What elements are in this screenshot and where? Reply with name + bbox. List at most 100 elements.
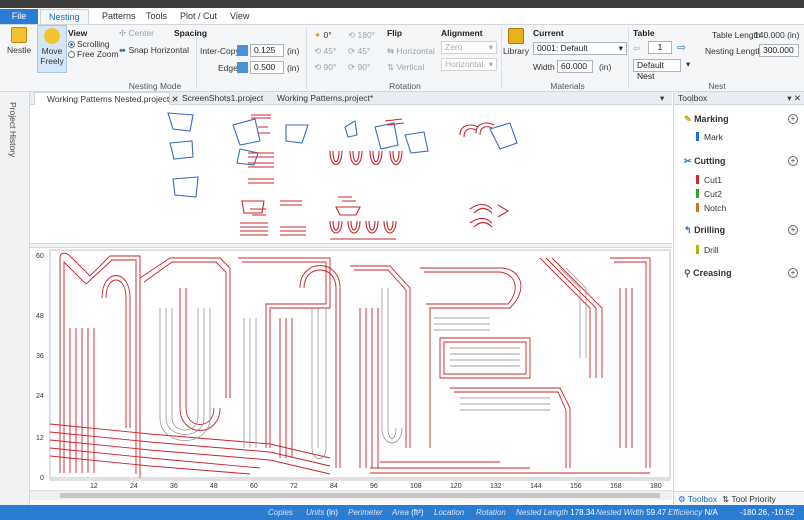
x-tick-label: 120 [450, 483, 462, 490]
flip-vertical-button[interactable]: ⇅ Vertical [387, 62, 424, 73]
divider [501, 28, 502, 89]
inter-copy-field[interactable]: 0.125 [250, 44, 284, 57]
tab-patterns[interactable]: Patterns [94, 9, 144, 24]
status-location: Location [434, 505, 464, 520]
center-button[interactable]: ✣ Center [119, 28, 154, 39]
category-creasing[interactable]: ⚲ Creasing [684, 268, 732, 279]
toolbox-footer-tabs: ⚙ Toolbox ⇅ Tool Priority [674, 491, 804, 505]
inter-copy-icon [237, 45, 248, 56]
scissors-icon: ✂ [684, 156, 692, 166]
status-efficiency: Efficiency N/A [668, 505, 718, 520]
nestle-icon [11, 27, 27, 43]
status-nested-length: Nested Length 178.34 [516, 505, 595, 520]
tab-view[interactable]: View [222, 9, 257, 24]
unnested-patterns-svg [167, 112, 518, 240]
current-material-value: 0001: Default [537, 43, 588, 53]
free-zoom-label: Free Zoom [77, 49, 119, 59]
tab-tools[interactable]: Tools [138, 9, 175, 24]
edge-field[interactable]: 0.500 [250, 61, 284, 74]
category-cutting[interactable]: ✂ Cutting [684, 156, 726, 167]
add-marking-icon[interactable]: + [788, 114, 798, 124]
nesting-length-field[interactable]: 300.000 [759, 44, 799, 57]
nesting-length-label: Nesting Length [705, 46, 763, 56]
toolbox-header: Toolbox ▾ ✕ [674, 92, 804, 105]
snap-horizontal-button[interactable]: ⬌ Snap Horizontal [119, 45, 189, 56]
rotate-0-button[interactable]: ✦ 0° [314, 30, 332, 41]
nestle-button[interactable]: Nestle [2, 27, 36, 55]
scrolling-radio[interactable]: Scrolling [68, 39, 110, 49]
scrolling-label: Scrolling [77, 39, 110, 49]
tabs-dropdown-icon[interactable]: ▾ [660, 92, 672, 105]
flip-horizontal-label: Horizontal [396, 46, 435, 56]
tab-working-patterns[interactable]: Working Patterns.project* [265, 92, 405, 105]
table-prev-button[interactable]: ⇦ [633, 43, 640, 54]
menu-bar: File Nesting Patterns Tools Plot / Cut V… [0, 8, 804, 25]
x-tick-label: 180 [650, 483, 662, 490]
pin-icon[interactable]: ▾ ✕ [787, 92, 801, 105]
alignment-horizontal-select[interactable]: Horizontal ▾ [441, 58, 497, 71]
status-units: Units (in) [306, 505, 338, 520]
blue-pattern-group [167, 112, 518, 198]
move-freely-button[interactable]: Move Freely [37, 25, 67, 73]
status-area: Area (ft²) [392, 505, 424, 520]
category-drilling[interactable]: ↰ Drilling [684, 225, 725, 236]
category-marking[interactable]: ✎ Marking [684, 114, 729, 125]
width-unit: (in) [599, 62, 612, 72]
tool-mark[interactable]: Mark [696, 132, 723, 142]
tool-cut2[interactable]: Cut2 [696, 189, 722, 199]
table-number-field[interactable]: 1 [648, 41, 672, 54]
flip-horizontal-button[interactable]: ⇆ Horizontal [387, 46, 435, 57]
alignment-title: Alignment [441, 28, 483, 38]
tool-label: Drill [704, 245, 719, 255]
nestle-label: Nestle [6, 45, 32, 55]
add-cutting-icon[interactable]: + [788, 156, 798, 166]
project-history-sidebar[interactable]: Project History [0, 92, 30, 505]
tool-drill[interactable]: Drill [696, 245, 719, 255]
category-label: Cutting [694, 156, 726, 166]
nesting-canvas[interactable]: 60 48 36 24 12 0 12 24 36 48 60 72 84 96… [30, 248, 672, 490]
view-title: View [68, 28, 88, 38]
tool-notch[interactable]: Notch [696, 203, 726, 213]
table-next-button[interactable]: ⇨ [677, 41, 686, 54]
rotate-180-label: 180° [357, 30, 376, 40]
rotate-45-cw-button[interactable]: ⟳ 45° [348, 46, 370, 57]
snap-horizontal-label: Snap Horizontal [128, 45, 189, 55]
tool-cut1[interactable]: Cut1 [696, 175, 722, 185]
chevron-down-icon: ▾ [618, 43, 623, 53]
rotate-45-ccw-button[interactable]: ⟲ 45° [314, 46, 336, 57]
center-label: Center [128, 28, 154, 38]
tab-nesting[interactable]: Nesting [40, 9, 89, 24]
divider [628, 28, 629, 89]
scrollbar-thumb[interactable] [60, 493, 660, 498]
color-swatch [696, 245, 699, 254]
project-history-label: Project History [8, 102, 18, 158]
current-material-select[interactable]: 0001: Default ▾ [533, 42, 627, 55]
tool-priority-label: Tool Priority [731, 494, 776, 504]
menu-file[interactable]: File [0, 9, 38, 24]
tab-plot-cut[interactable]: Plot / Cut [172, 9, 225, 24]
chevron-down-icon[interactable]: ▾ [686, 59, 690, 70]
y-tick-label: 60 [36, 253, 44, 260]
rotate-180-button[interactable]: ⟲ 180° [348, 30, 375, 41]
default-nest-select[interactable]: Default Nest [633, 59, 681, 81]
efficiency-label: Efficiency [668, 508, 703, 517]
alignment-zero-select[interactable]: Zero ▾ [441, 41, 497, 54]
library-button[interactable]: Library [503, 28, 529, 56]
horizontal-scrollbar[interactable] [30, 490, 672, 500]
free-zoom-radio[interactable]: Free Zoom [68, 49, 119, 59]
pattern-library-canvas[interactable] [30, 105, 672, 248]
tool-label: Notch [704, 203, 727, 213]
tab-working-patterns-nested[interactable]: Working Patterns Nested.project ✕ [34, 92, 179, 105]
add-creasing-icon[interactable]: + [788, 268, 798, 278]
nest-group-label: Nest [708, 81, 726, 91]
x-tick-label: 72 [290, 483, 298, 490]
tool-priority-tab[interactable]: ⇅ Tool Priority [722, 492, 776, 506]
rotate-45-label: 45° [357, 46, 371, 56]
x-tick-label: 108 [410, 483, 422, 490]
width-field[interactable]: 60.000 [557, 60, 593, 73]
toolbox-footer-tab[interactable]: ⚙ Toolbox [678, 492, 717, 506]
rotate-90-cw-button[interactable]: ⟳ 90° [348, 62, 370, 73]
rotate-90-ccw-button[interactable]: ⟲ 90° [314, 62, 336, 73]
x-tick-label: 24 [130, 483, 138, 490]
add-drilling-icon[interactable]: + [788, 225, 798, 235]
